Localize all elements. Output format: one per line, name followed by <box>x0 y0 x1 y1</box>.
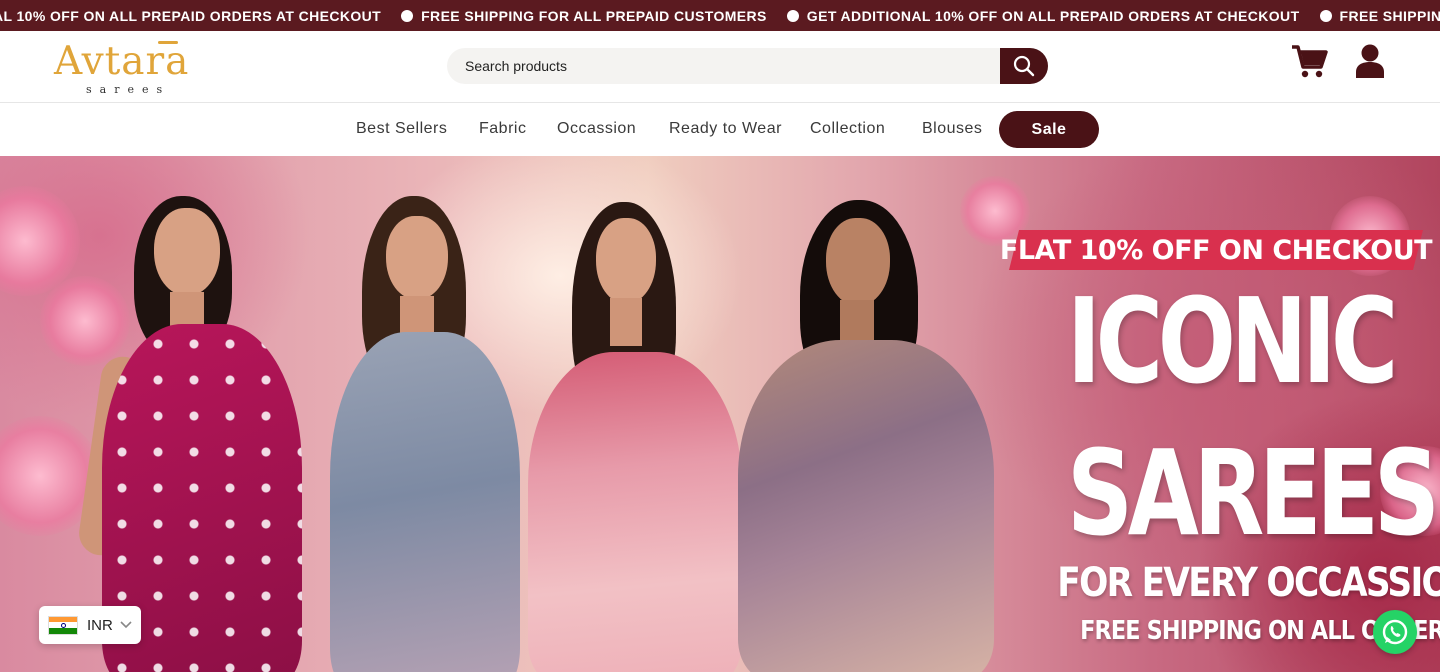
nav-best-sellers[interactable]: Best Sellers <box>356 120 447 138</box>
main-nav: Best Sellers Fabric Occassion Ready to W… <box>0 103 1440 156</box>
bullet-icon <box>786 9 799 22</box>
hero-title-line2: SAREES <box>1066 424 1440 562</box>
promo-ribbon: FLAT 10% OFF ON CHECKOUT <box>1000 230 1432 270</box>
currency-selector[interactable]: INR <box>39 606 141 644</box>
search-bar <box>447 48 1048 84</box>
user-icon <box>1356 44 1384 78</box>
india-flag-icon <box>48 615 78 635</box>
promo-ribbon-text: FLAT 10% OFF ON CHECKOUT <box>999 234 1433 266</box>
announcement-item: AL 10% OFF ON ALL PREPAID ORDERS AT CHEC… <box>0 7 382 24</box>
account-button[interactable] <box>1354 43 1386 79</box>
logo-wordmark: Avtara <box>54 39 190 84</box>
hero-title-line1: ICONIC <box>1066 272 1399 410</box>
bullet-icon <box>401 9 414 22</box>
chevron-down-icon <box>120 621 132 629</box>
model-image <box>510 202 750 672</box>
hero-banner[interactable]: FLAT 10% OFF ON CHECKOUT ICONIC SAREES F… <box>0 156 1440 672</box>
cart-icon <box>1292 45 1328 78</box>
brand-logo[interactable]: Avtara sarees <box>54 39 206 96</box>
logo-macron <box>158 41 178 44</box>
nav-ready-to-wear[interactable]: Ready to Wear <box>669 120 782 138</box>
currency-code: INR <box>87 616 113 634</box>
search-icon <box>1013 55 1035 77</box>
nav-occassion[interactable]: Occassion <box>557 120 636 138</box>
announcement-bar: AL 10% OFF ON ALL PREPAID ORDERS AT CHEC… <box>0 0 1440 31</box>
search-button[interactable] <box>1000 48 1048 84</box>
model-image <box>300 196 530 672</box>
nav-sale-button[interactable]: Sale <box>999 111 1099 148</box>
nav-blouses[interactable]: Blouses <box>922 120 982 138</box>
nav-fabric[interactable]: Fabric <box>479 120 526 138</box>
whatsapp-icon <box>1382 619 1408 645</box>
announcement-track: AL 10% OFF ON ALL PREPAID ORDERS AT CHEC… <box>0 0 1440 31</box>
cart-button[interactable] <box>1290 43 1328 79</box>
nav-collection[interactable]: Collection <box>810 120 885 138</box>
model-image <box>70 196 330 672</box>
hero-subtitle: FOR EVERY OCCASSION <box>1057 560 1440 606</box>
whatsapp-button[interactable] <box>1373 610 1417 654</box>
announcement-item: GET ADDITIONAL 10% OFF ON ALL PREPAID OR… <box>767 8 1300 24</box>
announcement-item: FREE SHIPPING FOR ALL PREPAID CUSTOMERS <box>381 8 767 24</box>
search-input[interactable] <box>465 48 995 84</box>
model-image <box>730 200 1000 672</box>
hero-shipping-text: FREE SHIPPING ON ALL ORDERS <box>1080 616 1440 646</box>
bullet-icon <box>1319 9 1332 22</box>
logo-tagline: sarees <box>86 83 171 96</box>
announcement-item: FREE SHIPPING FOR A <box>1300 8 1440 24</box>
site-header: Avtara sarees <box>0 31 1440 103</box>
